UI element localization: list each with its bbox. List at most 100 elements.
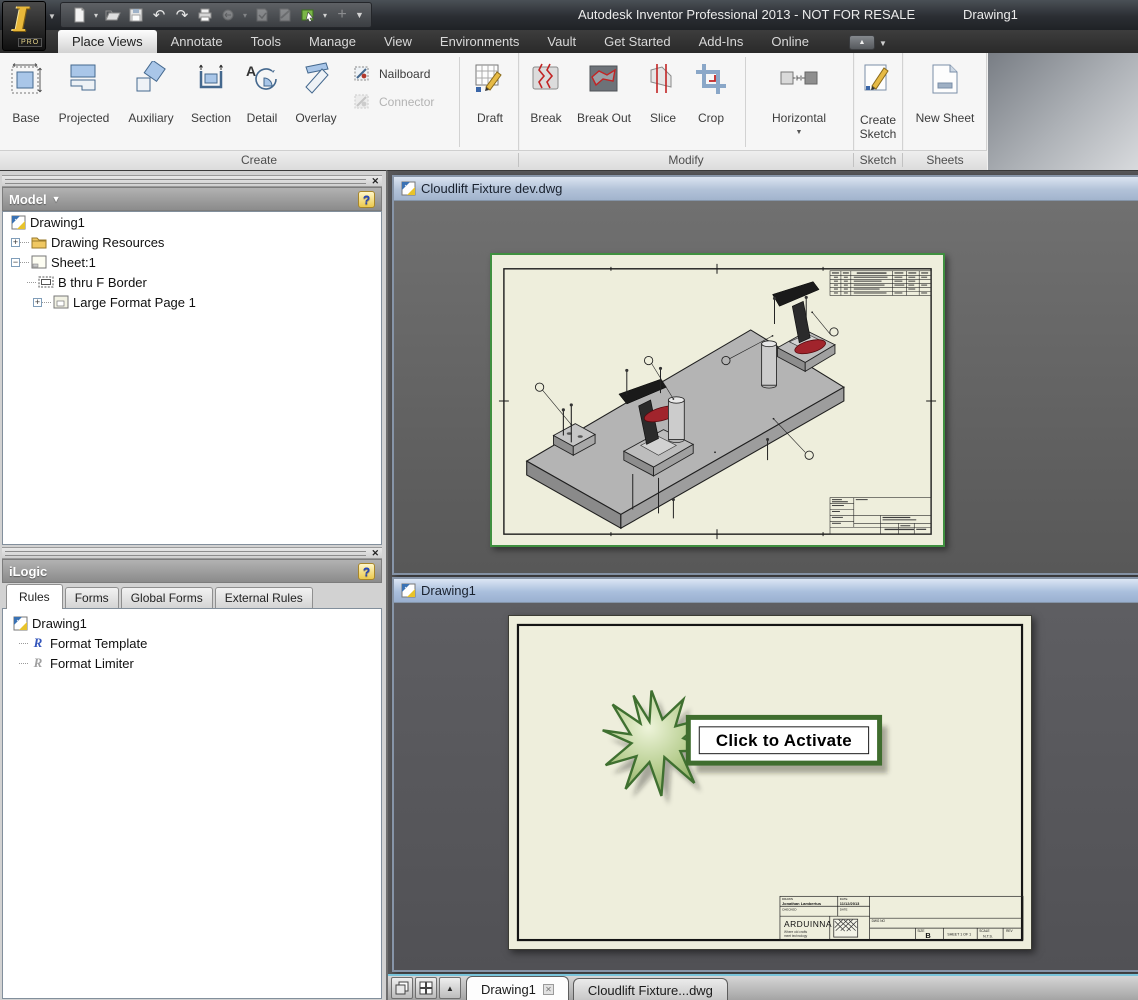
ilogic-item-format-template[interactable]: R Format Template <box>3 633 381 653</box>
document-window-cloudlift[interactable]: Cloudlift Fixture dev.dwg <box>392 175 1138 575</box>
crop-button[interactable]: Crop <box>688 55 734 149</box>
new-file-icon[interactable] <box>69 5 89 25</box>
overlay-view-button[interactable]: Overlay <box>289 55 343 149</box>
ilogic-item-drawing1[interactable]: Drawing1 <box>3 613 381 633</box>
section-view-button[interactable]: Section <box>187 55 235 149</box>
projected-view-icon <box>52 61 116 99</box>
drawing1-window-titlebar[interactable]: Drawing1 <box>394 579 1138 603</box>
auxiliary-view-button[interactable]: Auxiliary <box>117 55 185 149</box>
tree-item-label: Format Limiter <box>50 655 134 671</box>
break-out-icon <box>570 61 638 99</box>
base-view-button[interactable]: Base <box>2 55 50 149</box>
tab-tools[interactable]: Tools <box>237 30 295 53</box>
ilogic-tab-forms[interactable]: Forms <box>64 587 119 608</box>
expand-icon[interactable]: + <box>33 297 42 307</box>
tab-online[interactable]: Online <box>757 30 823 53</box>
model-help-icon[interactable]: ? <box>358 190 375 208</box>
isometric-fixture-drawing <box>498 263 937 540</box>
app-title: Autodesk Inventor Professional 2013 - NO… <box>578 7 916 22</box>
vault-open-icon[interactable] <box>298 5 318 25</box>
projected-view-button[interactable]: Projected <box>52 55 116 149</box>
model-panel-grip[interactable]: ✕ <box>2 175 382 187</box>
tab-annotate[interactable]: Annotate <box>157 30 237 53</box>
ribbon-empty-area <box>987 53 1138 170</box>
folder-icon <box>31 234 47 250</box>
add-icon: + <box>337 6 347 23</box>
model-panel-close-icon[interactable]: ✕ <box>371 176 379 187</box>
model-panel-caret-icon[interactable]: ▼ <box>52 194 61 204</box>
tab-environments[interactable]: Environments <box>426 30 533 53</box>
expand-tab-strip-button[interactable]: ▲ <box>439 977 461 999</box>
nailboard-view-button[interactable]: Nailboard <box>352 63 456 85</box>
replace-icon <box>275 5 295 25</box>
tab-vault[interactable]: Vault <box>533 30 590 53</box>
create-sketch-button[interactable]: Create Sketch <box>856 55 900 149</box>
ilogic-tab-global-forms[interactable]: Global Forms <box>120 587 213 608</box>
rule-icon: R <box>33 635 43 650</box>
break-button[interactable]: Break <box>524 55 568 149</box>
document-window-drawing1[interactable]: Drawing1 Click to Activate DRAWN Jonatha… <box>392 577 1138 972</box>
tree-item-border[interactable]: B thru F Border <box>3 272 381 292</box>
cascade-windows-button[interactable] <box>391 977 413 999</box>
drawing1-canvas[interactable]: Click to Activate DRAWN Jonathan Lambert… <box>394 603 1138 970</box>
slice-button[interactable]: Slice <box>640 55 686 149</box>
tab-view[interactable]: View <box>370 30 426 53</box>
application-menu-button[interactable]: I PRO <box>2 0 46 51</box>
new-sheet-button[interactable]: New Sheet <box>906 55 984 149</box>
ilogic-panel-close-icon[interactable]: ✕ <box>371 548 379 559</box>
draft-view-button[interactable]: Draft <box>464 55 516 149</box>
tile-windows-button[interactable] <box>415 977 437 999</box>
tab-get-started[interactable]: Get Started <box>590 30 684 53</box>
tree-item-sheet1[interactable]: − Sheet:1 <box>3 252 381 272</box>
open-icon[interactable] <box>103 5 123 25</box>
redo-icon[interactable]: ↷ <box>172 5 192 25</box>
crop-icon <box>688 61 734 99</box>
tab-add-ins[interactable]: Add-Ins <box>685 30 758 53</box>
ribbon-button-label: Auxiliary <box>128 111 174 125</box>
tab-manage[interactable]: Manage <box>295 30 370 53</box>
save-icon[interactable] <box>126 5 146 25</box>
collapse-icon[interactable]: − <box>11 257 20 267</box>
print-icon[interactable] <box>195 5 215 25</box>
tree-item-drawing1[interactable]: Drawing1 <box>3 212 381 232</box>
panel-label-modify: Modify <box>518 153 853 167</box>
close-document-icon[interactable]: ✕ <box>542 983 554 995</box>
ilogic-item-format-limiter[interactable]: R Format Limiter <box>3 653 381 673</box>
cloudlift-canvas[interactable] <box>394 201 1138 573</box>
detail-view-icon: A <box>238 61 286 99</box>
tree-item-drawing-resources[interactable]: + Drawing Resources <box>3 232 381 252</box>
horizontal-dropdown-icon[interactable]: ▼ <box>755 129 843 136</box>
break-out-button[interactable]: Break Out <box>570 55 638 149</box>
new-file-dropdown-icon[interactable]: ▾ <box>92 11 100 20</box>
tree-item-large-format-page[interactable]: + Large Format Page 1 <box>3 292 381 312</box>
titleblock-company: ARDUINNA <box>784 919 832 929</box>
undo-icon[interactable]: ↶ <box>149 5 169 25</box>
document-area: Cloudlift Fixture dev.dwg Drawing1 Click… <box>386 170 1138 1000</box>
detail-view-button[interactable]: A Detail <box>238 55 286 149</box>
drawing1-sheet[interactable]: Click to Activate DRAWN Jonathan Lambert… <box>508 615 1032 950</box>
expand-icon[interactable]: + <box>11 237 20 247</box>
ribbon-display-toggle-button[interactable]: ▲ <box>848 35 875 50</box>
qat-customize-icon[interactable]: ▼ <box>355 10 364 20</box>
vault-dropdown-icon[interactable]: ▾ <box>321 11 329 20</box>
ilogic-rules-tree: Drawing1 R Format Template R Format Limi… <box>2 608 382 999</box>
ribbon-panel-label-bar: Create Modify Sketch Sheets <box>0 150 987 170</box>
titleblock-dwgno-label: DWG NO <box>872 919 886 923</box>
ilogic-tab-external-rules[interactable]: External Rules <box>214 587 313 608</box>
titleblock-size-value: B <box>925 931 931 940</box>
cloudlift-window-titlebar[interactable]: Cloudlift Fixture dev.dwg <box>394 177 1138 201</box>
tab-place-views[interactable]: Place Views <box>58 30 157 53</box>
click-to-activate-label[interactable]: Click to Activate <box>716 731 852 750</box>
document-tab-drawing1[interactable]: Drawing1 ✕ <box>466 976 569 1000</box>
cloudlift-drawing-sheet[interactable] <box>490 253 945 547</box>
ilogic-help-icon[interactable]: ? <box>358 562 375 580</box>
horizontal-break-alignment-button[interactable]: Horizontal ▼ <box>755 55 843 149</box>
application-menu-arrow-icon[interactable]: ▼ <box>48 12 56 21</box>
document-tab-strip: ▲ Drawing1 ✕ Cloudlift Fixture...dwg <box>388 974 1138 1000</box>
ilogic-panel-header[interactable]: iLogic ? <box>2 559 382 583</box>
document-tab-cloudlift[interactable]: Cloudlift Fixture...dwg <box>572 978 728 1000</box>
ribbon-display-dropdown-icon[interactable]: ▼ <box>879 39 887 48</box>
ilogic-panel-grip[interactable]: ✕ <box>2 547 382 559</box>
model-panel-header[interactable]: Model ▼ ? <box>2 187 382 211</box>
ilogic-tab-rules[interactable]: Rules <box>6 584 63 609</box>
